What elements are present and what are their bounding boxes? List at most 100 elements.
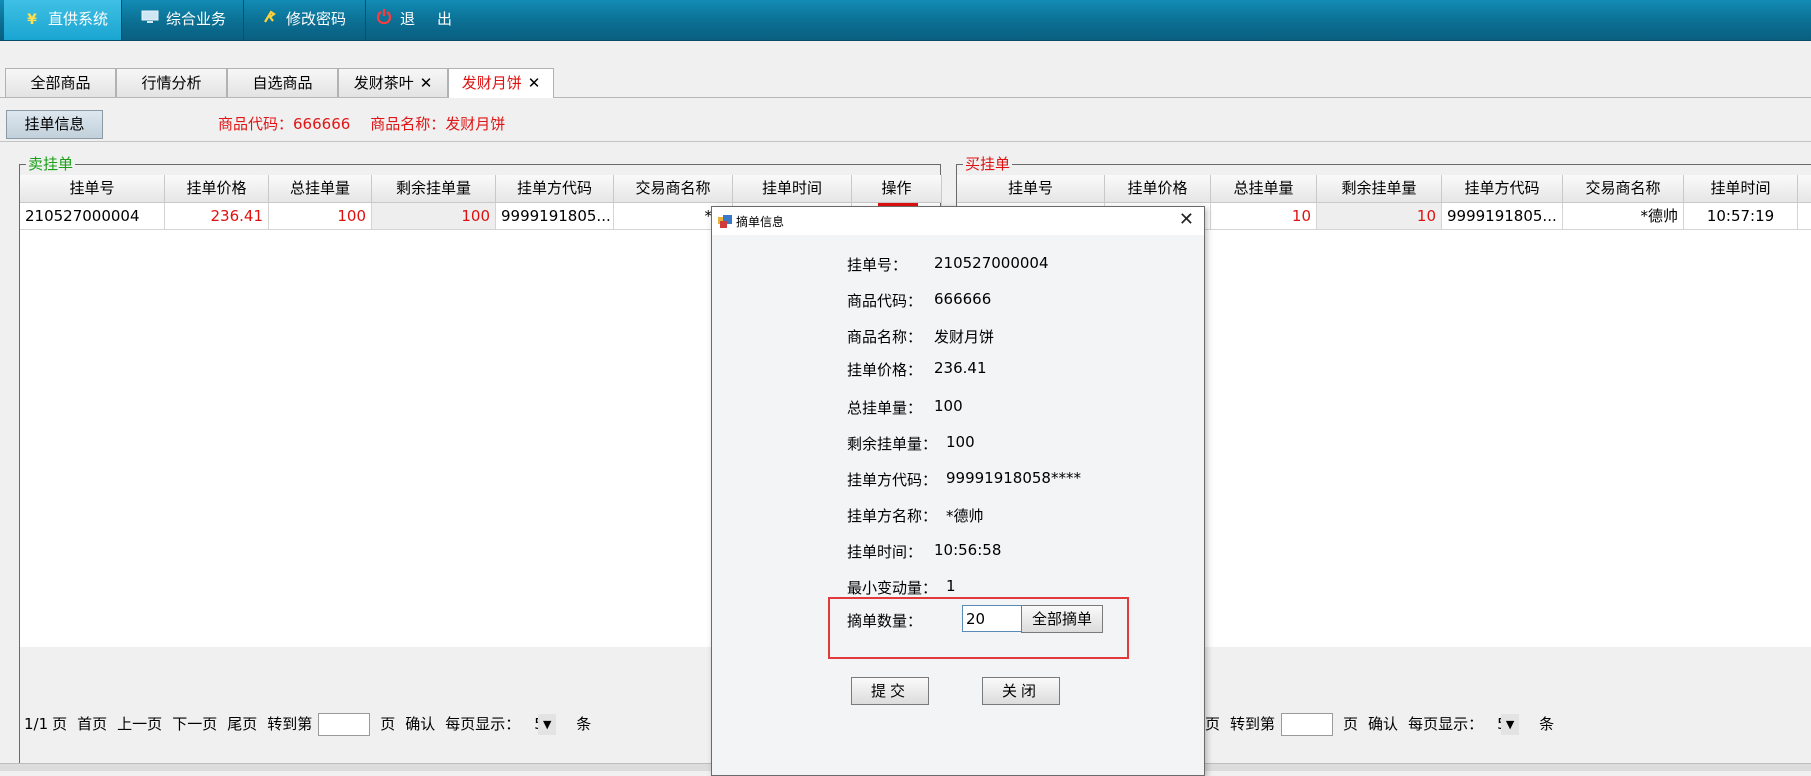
field-label: 商品名称： (847, 328, 923, 346)
column-header[interactable]: 剩余挂单量 (1317, 175, 1442, 203)
highlight-annotation-box (828, 597, 1129, 659)
field-value: 210527000004 (934, 254, 1049, 272)
first-page-link[interactable]: 首页 (77, 715, 107, 733)
menu-label: 修改密码 (286, 10, 347, 28)
tab-label: 全部商品 (30, 74, 91, 92)
field-label: 挂单时间： (847, 543, 923, 561)
close-icon[interactable]: ✕ (1179, 209, 1194, 230)
menu-direct-supply[interactable]: ¥ 直供系统 (4, 0, 122, 40)
per-page-select[interactable]: 5▼ (526, 714, 566, 735)
key-icon (260, 1, 280, 39)
field-value: 100 (946, 433, 975, 451)
goto-page-input[interactable] (1281, 713, 1334, 736)
cell-trader-name: *德帅 (1563, 203, 1684, 230)
confirm-link[interactable]: 确认 (405, 715, 435, 733)
column-header[interactable]: 交易商名称 (1563, 175, 1684, 203)
top-menu-bar: ¥ 直供系统 综合业务 修改密码 退出 (0, 0, 1811, 41)
page-info: 1/1 (24, 715, 49, 733)
product-name-label: 商品名称： (370, 115, 446, 133)
field-value: 666666 (934, 290, 992, 308)
tab-watchlist[interactable]: 自选商品 (227, 68, 338, 97)
column-header[interactable]: 挂单方代码 (496, 175, 614, 203)
per-page-unit: 条 (576, 715, 592, 733)
menu-label: 退出 (400, 10, 475, 28)
menu-label: 综合业务 (166, 10, 227, 28)
product-info: 商品代码：666666 商品名称：发财月饼 (218, 113, 513, 134)
cell-action (1798, 203, 1811, 230)
order-info-label: 挂单信息 (24, 115, 85, 133)
field-value: 1 (946, 577, 956, 595)
tab-divider (0, 97, 1811, 98)
tab-label: 发财茶叶 (353, 74, 414, 92)
goto-label: 转到第 (267, 715, 313, 733)
tab-facai-tea[interactable]: 发财茶叶 ✕ (338, 68, 448, 97)
last-page-link[interactable]: 尾页 (227, 715, 257, 733)
cell-time: 10:57:19 (1684, 203, 1798, 230)
dialog-titlebar[interactable]: 摘单信息 ✕ (712, 207, 1204, 235)
cell-remaining-qty: 10 (1317, 203, 1442, 230)
per-page-label: 每页显示： (1408, 715, 1484, 733)
menu-comprehensive-business[interactable]: 综合业务 (124, 0, 244, 40)
confirm-link[interactable]: 确认 (1368, 715, 1398, 733)
cell-total-qty: 10 (1211, 203, 1317, 230)
chevron-down-icon[interactable]: ▼ (538, 714, 557, 735)
field-label: 商品代码： (847, 292, 923, 310)
product-name-value: 发财月饼 (445, 115, 506, 133)
per-page-select[interactable]: 5▼ (1489, 714, 1529, 735)
page-unit: 页 (1205, 715, 1221, 733)
order-info-button[interactable]: 挂单信息 (6, 110, 103, 139)
column-header[interactable]: 操作 (852, 175, 942, 203)
tab-all-products[interactable]: 全部商品 (5, 68, 116, 97)
chevron-down-icon[interactable]: ▼ (1501, 714, 1520, 735)
tab-label: 行情分析 (141, 74, 202, 92)
column-header[interactable]: 挂单方代码 (1442, 175, 1563, 203)
close-icon[interactable]: ✕ (420, 74, 433, 92)
tab-facai-mooncake[interactable]: 发财月饼 ✕ (448, 68, 554, 98)
column-header[interactable]: 挂单价格 (1105, 175, 1211, 203)
field-label: 挂单价格： (847, 361, 923, 379)
field-value: 发财月饼 (934, 328, 995, 346)
column-header[interactable]: 交易商名称 (614, 175, 733, 203)
buy-panel-title: 买挂单 (963, 154, 1013, 174)
monitor-icon (140, 1, 160, 39)
power-icon (374, 1, 394, 39)
column-header[interactable]: 挂单时间 (733, 175, 852, 203)
tab-market-analysis[interactable]: 行情分析 (116, 68, 227, 97)
cell-order-no: 210527000004 (20, 203, 165, 230)
field-label: 剩余挂单量： (847, 435, 938, 453)
separator (0, 141, 1811, 142)
field-label: 挂单方名称： (847, 507, 938, 525)
column-header[interactable]: 挂单时间 (1684, 175, 1798, 203)
goto-unit: 页 (380, 715, 396, 733)
yen-icon: ¥ (27, 12, 37, 28)
column-header[interactable]: 剩余挂单量 (372, 175, 496, 203)
close-button[interactable]: 关闭 (982, 677, 1060, 705)
close-icon[interactable]: ✕ (528, 74, 541, 92)
goto-page-input[interactable] (318, 713, 371, 736)
sell-panel-title: 卖挂单 (26, 154, 76, 174)
menu-exit[interactable]: 退出 (368, 0, 478, 40)
column-header[interactable]: 总挂单量 (1211, 175, 1317, 203)
column-header[interactable]: 挂单号 (20, 175, 165, 203)
tab-label: 自选商品 (252, 74, 313, 92)
column-header[interactable]: 总挂单量 (269, 175, 372, 203)
page-unit: 页 (52, 715, 68, 733)
take-order-dialog: 摘单信息 ✕ 挂单号： 210527000004 商品代码： 666666 商品… (711, 206, 1205, 776)
menu-change-password[interactable]: 修改密码 (246, 0, 366, 40)
buy-pager: 页转到第页确认每页显示：5▼条 (1205, 713, 1564, 736)
per-page-unit: 条 (1539, 715, 1555, 733)
column-header[interactable]: 挂单价格 (165, 175, 269, 203)
field-label: 最小变动量： (847, 579, 938, 597)
prev-page-link[interactable]: 上一页 (117, 715, 162, 733)
sell-pager: 1/1页首页上一页下一页尾页转到第页确认每页显示：5▼条 (24, 713, 601, 736)
goto-unit: 页 (1343, 715, 1359, 733)
column-header[interactable]: 挂单号 (957, 175, 1105, 203)
next-page-link[interactable]: 下一页 (172, 715, 217, 733)
per-page-label: 每页显示： (445, 715, 521, 733)
menu-label: 直供系统 (48, 10, 109, 28)
field-label: 挂单方代码： (847, 471, 938, 489)
cell-total-qty: 100 (269, 203, 372, 230)
submit-button[interactable]: 提交 (851, 677, 929, 705)
cell-price: 236.41 (165, 203, 269, 230)
product-code-label: 商品代码： (218, 115, 294, 133)
